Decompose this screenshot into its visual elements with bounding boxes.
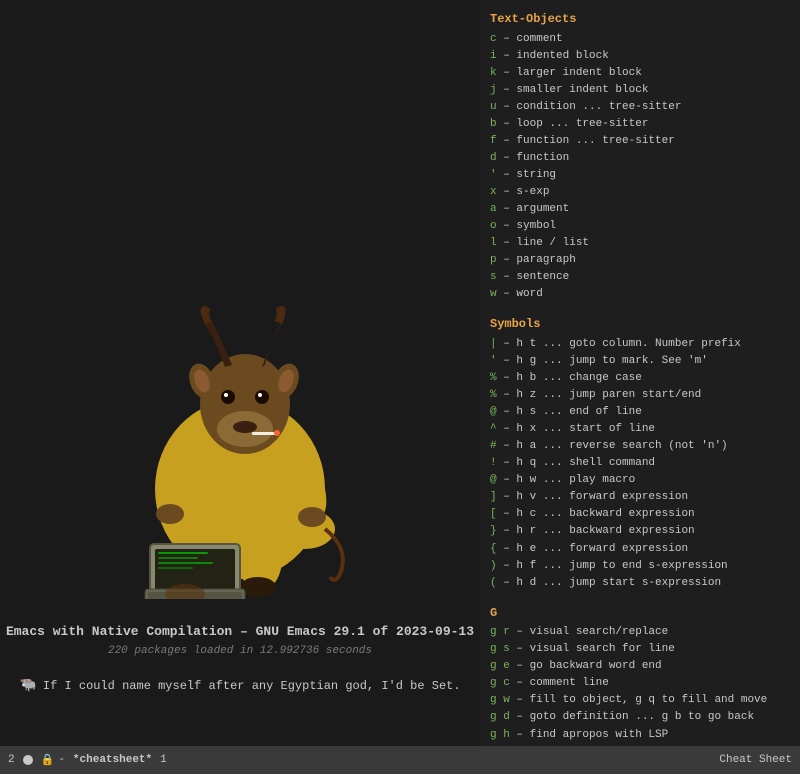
list-item: } – h r ... backward expression	[490, 523, 790, 540]
list-item: # – h a ... reverse search (not 'n')	[490, 438, 790, 455]
quote-container: 🐃 If I could name myself after any Egypt…	[19, 677, 460, 694]
list-item: u – condition ... tree-sitter	[490, 99, 790, 116]
list-item: g e – go backward word end	[490, 658, 790, 675]
status-icons: 🔒 -	[41, 753, 65, 767]
status-bar: 2 🔒 - *cheatsheet* 1 Cheat Sheet	[0, 746, 800, 774]
quote-text: If I could name myself after any Egyptia…	[43, 679, 461, 693]
list-item: ! – h q ... shell command	[490, 455, 790, 472]
list-item: j – smaller indent block	[490, 82, 790, 99]
list-item: ( – h d ... jump start s-expression	[490, 575, 790, 592]
list-item: p – paragraph	[490, 252, 790, 269]
list-item: g d – goto definition ... g b to go back	[490, 709, 790, 726]
list-item: c – comment	[490, 31, 790, 48]
text-objects-list: c – comment i – indented block k – large…	[490, 31, 790, 304]
list-item: g r – visual search/replace	[490, 624, 790, 641]
list-item: ' – h g ... jump to mark. See 'm'	[490, 353, 790, 370]
list-item: x – s-exp	[490, 184, 790, 201]
list-item: ) – h f ... jump to end s-expression	[490, 558, 790, 575]
dash: -	[58, 754, 65, 766]
symbols-header: Symbols	[490, 315, 790, 334]
list-item: g w – fill to object, g q to fill and mo…	[490, 692, 790, 709]
list-item: { – h e ... forward expression	[490, 541, 790, 558]
list-item: % – h b ... change case	[490, 370, 790, 387]
list-item: w – word	[490, 286, 790, 303]
right-panel[interactable]: Text-Objects c – comment i – indented bl…	[480, 0, 800, 774]
list-item: k – larger indent block	[490, 65, 790, 82]
lock-icon: 🔒	[41, 753, 55, 767]
list-item: s – sentence	[490, 269, 790, 286]
status-dot	[23, 755, 33, 765]
text-objects-header: Text-Objects	[490, 10, 790, 29]
list-item: g c – comment line	[490, 675, 790, 692]
list-item: @ – h w ... play macro	[490, 472, 790, 489]
symbols-list: | – h t ... goto column. Number prefix '…	[490, 336, 790, 592]
status-num2: 1	[160, 754, 167, 766]
status-right: Cheat Sheet	[719, 754, 792, 766]
emacs-title: Emacs with Native Compilation – GNU Emac…	[6, 624, 474, 639]
list-item: @ – h s ... end of line	[490, 404, 790, 421]
list-item: l – line / list	[490, 235, 790, 252]
status-filename: *cheatsheet*	[73, 754, 152, 766]
status-num: 2	[8, 754, 15, 766]
quote-icon: 🐃	[19, 677, 36, 694]
list-item: [ – h c ... backward expression	[490, 506, 790, 523]
list-item: d – function	[490, 150, 790, 167]
packages-subtitle: 220 packages loaded in 12.992736 seconds	[108, 645, 372, 657]
list-item: g s – visual search for line	[490, 641, 790, 658]
g-header: G	[490, 604, 790, 623]
list-item: % – h z ... jump paren start/end	[490, 387, 790, 404]
left-panel: Emacs with Native Compilation – GNU Emac…	[0, 0, 480, 774]
list-item: | – h t ... goto column. Number prefix	[490, 336, 790, 353]
gnu-mascot	[80, 284, 400, 604]
list-item: i – indented block	[490, 48, 790, 65]
list-item: o – symbol	[490, 218, 790, 235]
list-item: g h – find apropos with LSP	[490, 727, 790, 744]
list-item: f – function ... tree-sitter	[490, 133, 790, 150]
list-item: ' – string	[490, 167, 790, 184]
list-item: b – loop ... tree-sitter	[490, 116, 790, 133]
list-item: ] – h v ... forward expression	[490, 489, 790, 506]
list-item: a – argument	[490, 201, 790, 218]
list-item: ^ – h x ... start of line	[490, 421, 790, 438]
